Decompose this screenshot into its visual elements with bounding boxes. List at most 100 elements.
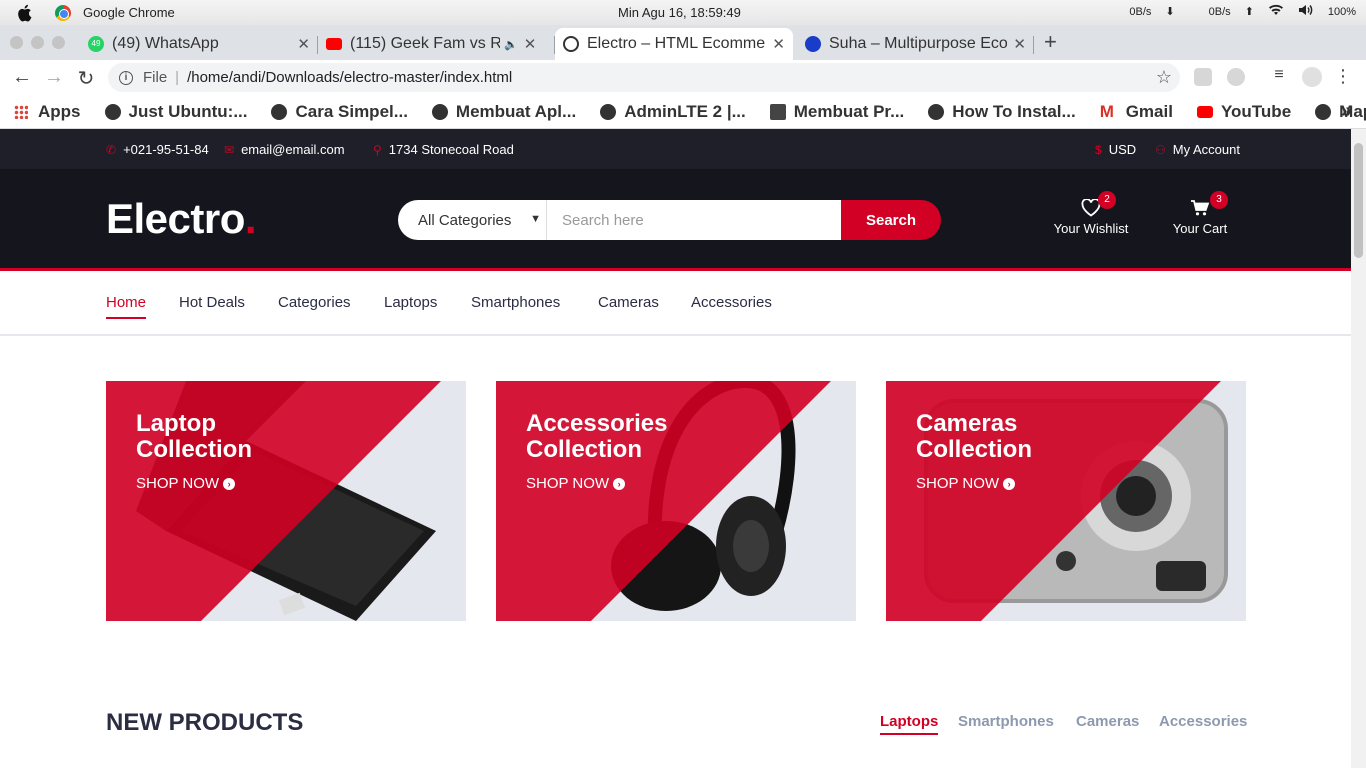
top-header: ✆ +021-95-51-84 ✉ email@email.com ⚲ 1734… — [0, 129, 1351, 169]
tab-youtube[interactable]: (115) Geek Fam vs RNG 🔈 ✕ — [318, 28, 555, 60]
page-viewport: ✆ +021-95-51-84 ✉ email@email.com ⚲ 1734… — [0, 129, 1351, 768]
scrollbar-thumb[interactable] — [1354, 143, 1363, 258]
bookmark-youtube[interactable]: YouTube — [1196, 101, 1292, 122]
new-tab-button[interactable]: + — [1044, 29, 1057, 55]
shopping-cart-icon: 3 — [1150, 191, 1250, 221]
currency-selector[interactable]: $ USD — [1095, 142, 1136, 157]
shop-cameras-collection[interactable]: Cameras Collection SHOP NOW › — [886, 381, 1246, 621]
tab-close-icon[interactable]: ✕ — [297, 35, 310, 53]
nav-home[interactable]: Home — [106, 294, 147, 319]
browser-tab-strip: 49 (49) WhatsApp ✕ (115) Geek Fam vs RNG… — [0, 25, 1366, 60]
nav-accessories[interactable]: Accessories — [691, 294, 772, 317]
tab-close-icon[interactable]: ✕ — [1013, 35, 1026, 53]
shop-now-link[interactable]: SHOP NOW › — [916, 475, 1016, 492]
cart-link[interactable]: 3 Your Cart — [1150, 191, 1250, 236]
header-phone[interactable]: ✆ +021-95-51-84 — [106, 142, 209, 157]
wishlist-link[interactable]: 2 Your Wishlist — [1041, 191, 1141, 236]
tab-suha[interactable]: Suha – Multipurpose Ecommerce ✕ — [797, 28, 1034, 60]
bookmark-apps[interactable]: Apps — [14, 102, 81, 122]
my-account-link[interactable]: ⚇ My Account — [1155, 142, 1240, 157]
bookmark-label: Just Ubuntu:... — [128, 101, 248, 121]
bookmark-label: Apps — [38, 101, 81, 121]
media-control-icon[interactable]: ≡ — [1267, 66, 1291, 84]
shop-accessories-collection[interactable]: Accessories Collection SHOP NOW › — [496, 381, 856, 621]
new-products-tab-laptops[interactable]: Laptops — [880, 713, 939, 735]
bookmark-star-icon[interactable]: ☆ — [1156, 67, 1172, 88]
main-navigation: Home Hot Deals Categories Laptops Smartp… — [0, 274, 1351, 336]
forward-arrow-icon[interactable]: → — [42, 66, 66, 89]
window-maximize-control[interactable] — [52, 36, 65, 49]
arrow-circle-right-icon: › — [223, 477, 236, 490]
cart-label: Your Cart — [1172, 221, 1228, 236]
header-address[interactable]: ⚲ 1734 Stonecoal Road — [373, 142, 514, 157]
window-close-control[interactable] — [10, 36, 23, 49]
address-text: 1734 Stonecoal Road — [388, 142, 514, 157]
tab-close-icon[interactable]: ✕ — [524, 35, 537, 53]
globe-icon — [928, 103, 945, 120]
bookmark-item[interactable]: Membuat Pr... — [769, 101, 905, 122]
nav-laptops[interactable]: Laptops — [384, 294, 437, 317]
tab-title: (115) Geek Fam vs RNG — [350, 35, 500, 52]
nav-hot-deals[interactable]: Hot Deals — [179, 294, 245, 317]
envelope-icon: ✉ — [224, 142, 235, 157]
bookmark-item[interactable]: How To Instal... — [928, 102, 1076, 122]
tab-electro[interactable]: Electro – HTML Ecommerce Template ✕ — [555, 28, 793, 60]
battery-level[interactable]: 100% — [1328, 6, 1356, 18]
nav-categories[interactable]: Categories — [278, 294, 351, 317]
bookmark-label: YouTube — [1220, 101, 1292, 121]
apple-logo-icon[interactable] — [13, 4, 35, 22]
bookmark-label: Membuat Apl... — [455, 101, 577, 121]
active-app-name[interactable]: Google Chrome — [83, 5, 175, 20]
page-scrollbar[interactable] — [1351, 129, 1366, 768]
upload-arrow-icon: ⬆ — [1244, 6, 1254, 18]
site-favicon-icon — [769, 103, 786, 120]
site-logo[interactable]: Electro. — [106, 195, 257, 243]
bookmarks-overflow-button[interactable]: » — [1341, 100, 1352, 123]
bookmark-label: Membuat Pr... — [793, 101, 905, 121]
search-input[interactable] — [547, 200, 841, 240]
volume-icon[interactable] — [1298, 4, 1314, 19]
new-products-tab-accessories[interactable]: Accessories — [1159, 713, 1247, 733]
reload-icon[interactable]: ↻ — [74, 66, 98, 91]
chrome-menu-icon[interactable]: ⋮ — [1331, 66, 1355, 87]
net-up-rate: 0B/s — [1208, 5, 1231, 18]
nav-smartphones[interactable]: Smartphones — [471, 294, 560, 317]
shop-laptop-collection[interactable]: Laptop Collection SHOP NOW › — [106, 381, 466, 621]
shop-now-link[interactable]: SHOP NOW › — [136, 475, 236, 492]
bookmark-item[interactable]: Cara Simpel... — [271, 102, 408, 122]
bookmark-gmail[interactable]: M Gmail — [1100, 102, 1173, 122]
back-arrow-icon[interactable]: ← — [10, 66, 34, 89]
url-text[interactable]: /home/andi/Downloads/electro-master/inde… — [187, 69, 512, 86]
dollar-icon: $ — [1095, 142, 1102, 157]
wishlist-label: Your Wishlist — [1053, 221, 1129, 236]
tab-title: (49) WhatsApp — [112, 35, 219, 52]
globe-icon — [271, 103, 288, 120]
gmail-icon: M — [1099, 101, 1114, 121]
wifi-icon[interactable] — [1268, 4, 1284, 19]
site-info-icon[interactable]: i — [119, 70, 133, 85]
search-form: All Categories ▼ Search — [398, 200, 941, 240]
tab-whatsapp[interactable]: 49 (49) WhatsApp ✕ — [80, 28, 318, 60]
search-button[interactable]: Search — [841, 200, 941, 240]
shop-title: Cameras Collection — [916, 410, 1033, 463]
address-bar[interactable]: i File | /home/andi/Downloads/electro-ma… — [108, 63, 1180, 92]
new-products-tab-smartphones[interactable]: Smartphones — [958, 713, 1054, 733]
tab-close-icon[interactable]: ✕ — [772, 35, 785, 53]
bookmark-item[interactable]: AdminLTE 2 |... — [600, 102, 746, 122]
profile-avatar-icon[interactable] — [1302, 67, 1322, 87]
arrow-circle-right-icon: › — [1003, 477, 1016, 490]
extension-icon[interactable] — [1227, 68, 1245, 86]
bookmark-item[interactable]: Just Ubuntu:... — [104, 101, 248, 122]
nav-cameras[interactable]: Cameras — [598, 294, 659, 317]
new-products-tab-cameras[interactable]: Cameras — [1076, 713, 1139, 733]
extension-icon[interactable] — [1194, 68, 1212, 86]
window-minimize-control[interactable] — [31, 36, 44, 49]
category-select[interactable]: All Categories ▼ — [398, 200, 547, 240]
chrome-logo-icon — [55, 4, 71, 21]
header-email[interactable]: ✉ email@email.com — [224, 142, 345, 157]
menubar-clock[interactable]: Min Agu 16, 18:59:49 — [618, 5, 741, 20]
speaker-audio-icon[interactable]: 🔈 — [504, 38, 518, 51]
bookmark-item[interactable]: Membuat Apl... — [431, 101, 577, 122]
shop-now-link[interactable]: SHOP NOW › — [526, 475, 626, 492]
shop-now-text: SHOP NOW — [136, 475, 220, 492]
